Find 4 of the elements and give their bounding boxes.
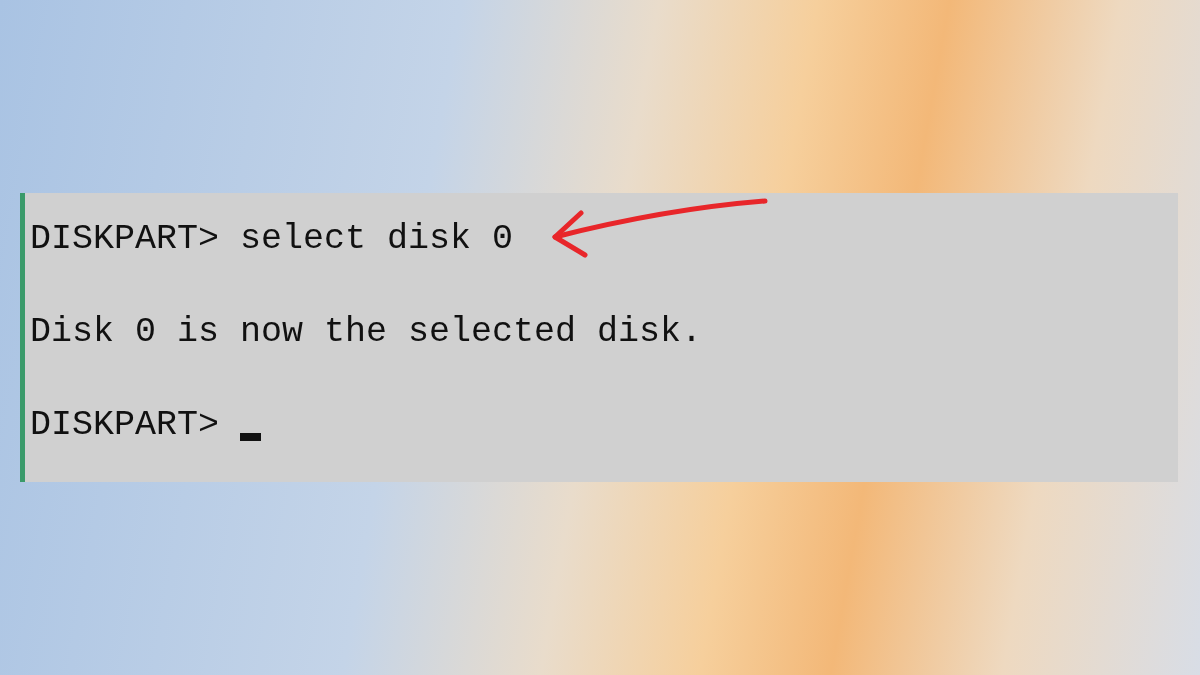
prompt-text: DISKPART>: [30, 218, 220, 261]
output-text: Disk 0 is now the selected disk.: [30, 311, 703, 354]
command-text: select disk 0: [240, 218, 514, 261]
prompt-text: DISKPART>: [30, 404, 220, 447]
